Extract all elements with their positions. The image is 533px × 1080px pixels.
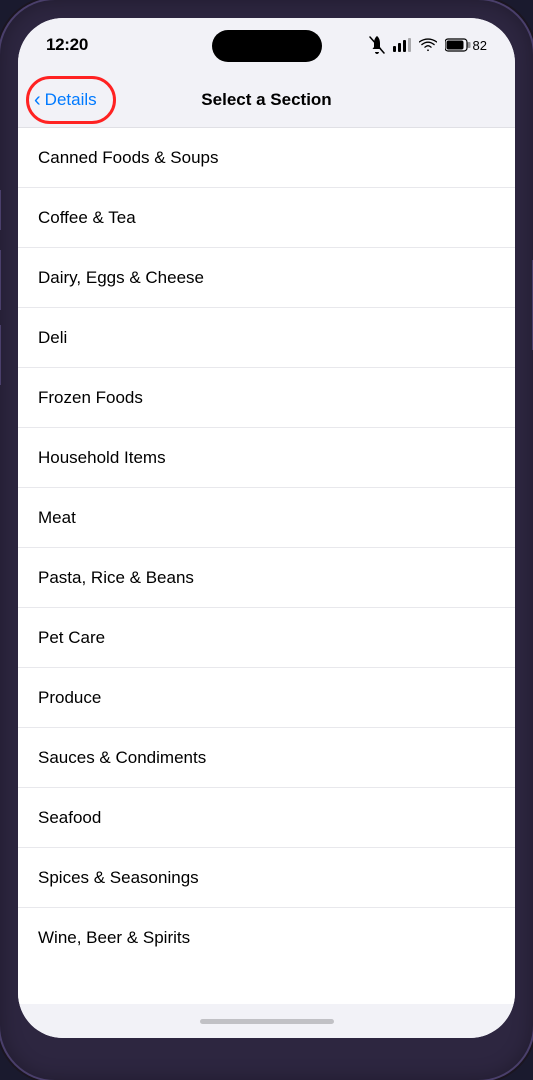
list-item-label: Household Items	[38, 448, 166, 468]
list-item-label: Dairy, Eggs & Cheese	[38, 268, 204, 288]
dynamic-island	[212, 30, 322, 62]
list-item-label: Coffee & Tea	[38, 208, 136, 228]
back-button-label: Details	[45, 90, 97, 110]
silent-icon	[369, 36, 385, 54]
list-item-label: Sauces & Condiments	[38, 748, 206, 768]
list-item[interactable]: Spices & Seasonings	[18, 848, 515, 908]
wifi-icon	[419, 38, 437, 52]
list-item[interactable]: Sauces & Condiments	[18, 728, 515, 788]
list-item-label: Produce	[38, 688, 101, 708]
list-item[interactable]: Coffee & Tea	[18, 188, 515, 248]
back-button[interactable]: ‹ Details	[34, 90, 97, 110]
list-item[interactable]: Wine, Beer & Spirits	[18, 908, 515, 968]
list-item-label: Meat	[38, 508, 76, 528]
list-item-label: Spices & Seasonings	[38, 868, 199, 888]
list-item-label: Deli	[38, 328, 67, 348]
list-item[interactable]: Seafood	[18, 788, 515, 848]
home-bar	[200, 1019, 334, 1024]
signal-icon	[393, 38, 411, 52]
list-item[interactable]: Produce	[18, 668, 515, 728]
list-item-label: Seafood	[38, 808, 101, 828]
battery-icon: 82	[445, 38, 487, 53]
mute-button	[0, 190, 1, 230]
status-icons: 82	[369, 36, 487, 54]
section-list: Canned Foods & Soups Coffee & Tea Dairy, E…	[18, 128, 515, 1004]
home-indicator	[18, 1004, 515, 1038]
list-item-label: Frozen Foods	[38, 388, 143, 408]
list-item-label: Pasta, Rice & Beans	[38, 568, 194, 588]
nav-header: ‹ Details Select a Section	[18, 72, 515, 128]
list-item-label: Wine, Beer & Spirits	[38, 928, 190, 948]
list-item[interactable]: Canned Foods & Soups	[18, 128, 515, 188]
battery-level: 82	[473, 38, 487, 53]
status-time: 12:20	[46, 35, 88, 55]
list-item-label: Pet Care	[38, 628, 105, 648]
screen: 12:20	[18, 18, 515, 1038]
list-item[interactable]: Meat	[18, 488, 515, 548]
list-item[interactable]: Frozen Foods	[18, 368, 515, 428]
list-item[interactable]: Deli	[18, 308, 515, 368]
list-item[interactable]: Pasta, Rice & Beans	[18, 548, 515, 608]
volume-up-button	[0, 250, 1, 310]
page-title: Select a Section	[201, 90, 331, 110]
list-item-label: Canned Foods & Soups	[38, 148, 219, 168]
volume-down-button	[0, 325, 1, 385]
list-item[interactable]: Pet Care	[18, 608, 515, 668]
list-item[interactable]: Dairy, Eggs & Cheese	[18, 248, 515, 308]
phone-frame: 12:20	[0, 0, 533, 1080]
list-item[interactable]: Household Items	[18, 428, 515, 488]
back-arrow-icon: ‹	[34, 90, 41, 110]
